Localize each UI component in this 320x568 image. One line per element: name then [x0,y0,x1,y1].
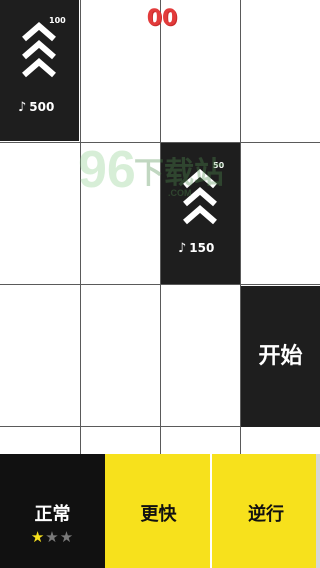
start-label: 开始 [258,344,303,369]
tile-points-value: 150 [189,241,215,255]
star-filled-icon: ★ [30,528,46,546]
mode-label: 正常 [34,504,71,525]
watermark-digits: 96 [78,141,136,199]
star-empty-icon: ★ [59,528,75,546]
start-tile[interactable]: 开始 [241,286,320,427]
score-counter: 00 [146,6,178,31]
row-divider [0,284,320,285]
bonus-tile[interactable]: 100 ♪ 500 [0,0,79,141]
chevron-up-icon [22,22,56,78]
mode-label: 更快 [140,504,177,525]
music-note-icon: ♪ [18,100,27,115]
tile-points: ♪ 500 [18,100,54,115]
tile-points-value: 500 [29,100,55,114]
row-divider [0,142,320,143]
mode-label: 逆行 [248,504,284,525]
bonus-tile[interactable]: 50 ♪ 150 [161,143,240,284]
game-board: 100 ♪ 500 50 ♪ 150 开始 00 96 下载站 .COM [0,0,320,454]
difficulty-stars: ★★★ [0,528,105,546]
mode-selector: 正常 ★★★ 更快 逆行 [0,454,320,568]
mode-normal-button[interactable]: 正常 ★★★ [0,454,105,568]
lane-divider [80,0,81,454]
music-note-icon: ♪ [178,241,187,256]
mode-reverse-button[interactable]: 逆行 [210,454,320,568]
star-empty-icon: ★ [45,528,60,546]
tile-points: ♪ 150 [178,241,214,256]
chevron-up-icon [183,169,217,225]
mode-faster-button[interactable]: 更快 [105,454,210,568]
next-mode-edge[interactable] [316,454,320,568]
